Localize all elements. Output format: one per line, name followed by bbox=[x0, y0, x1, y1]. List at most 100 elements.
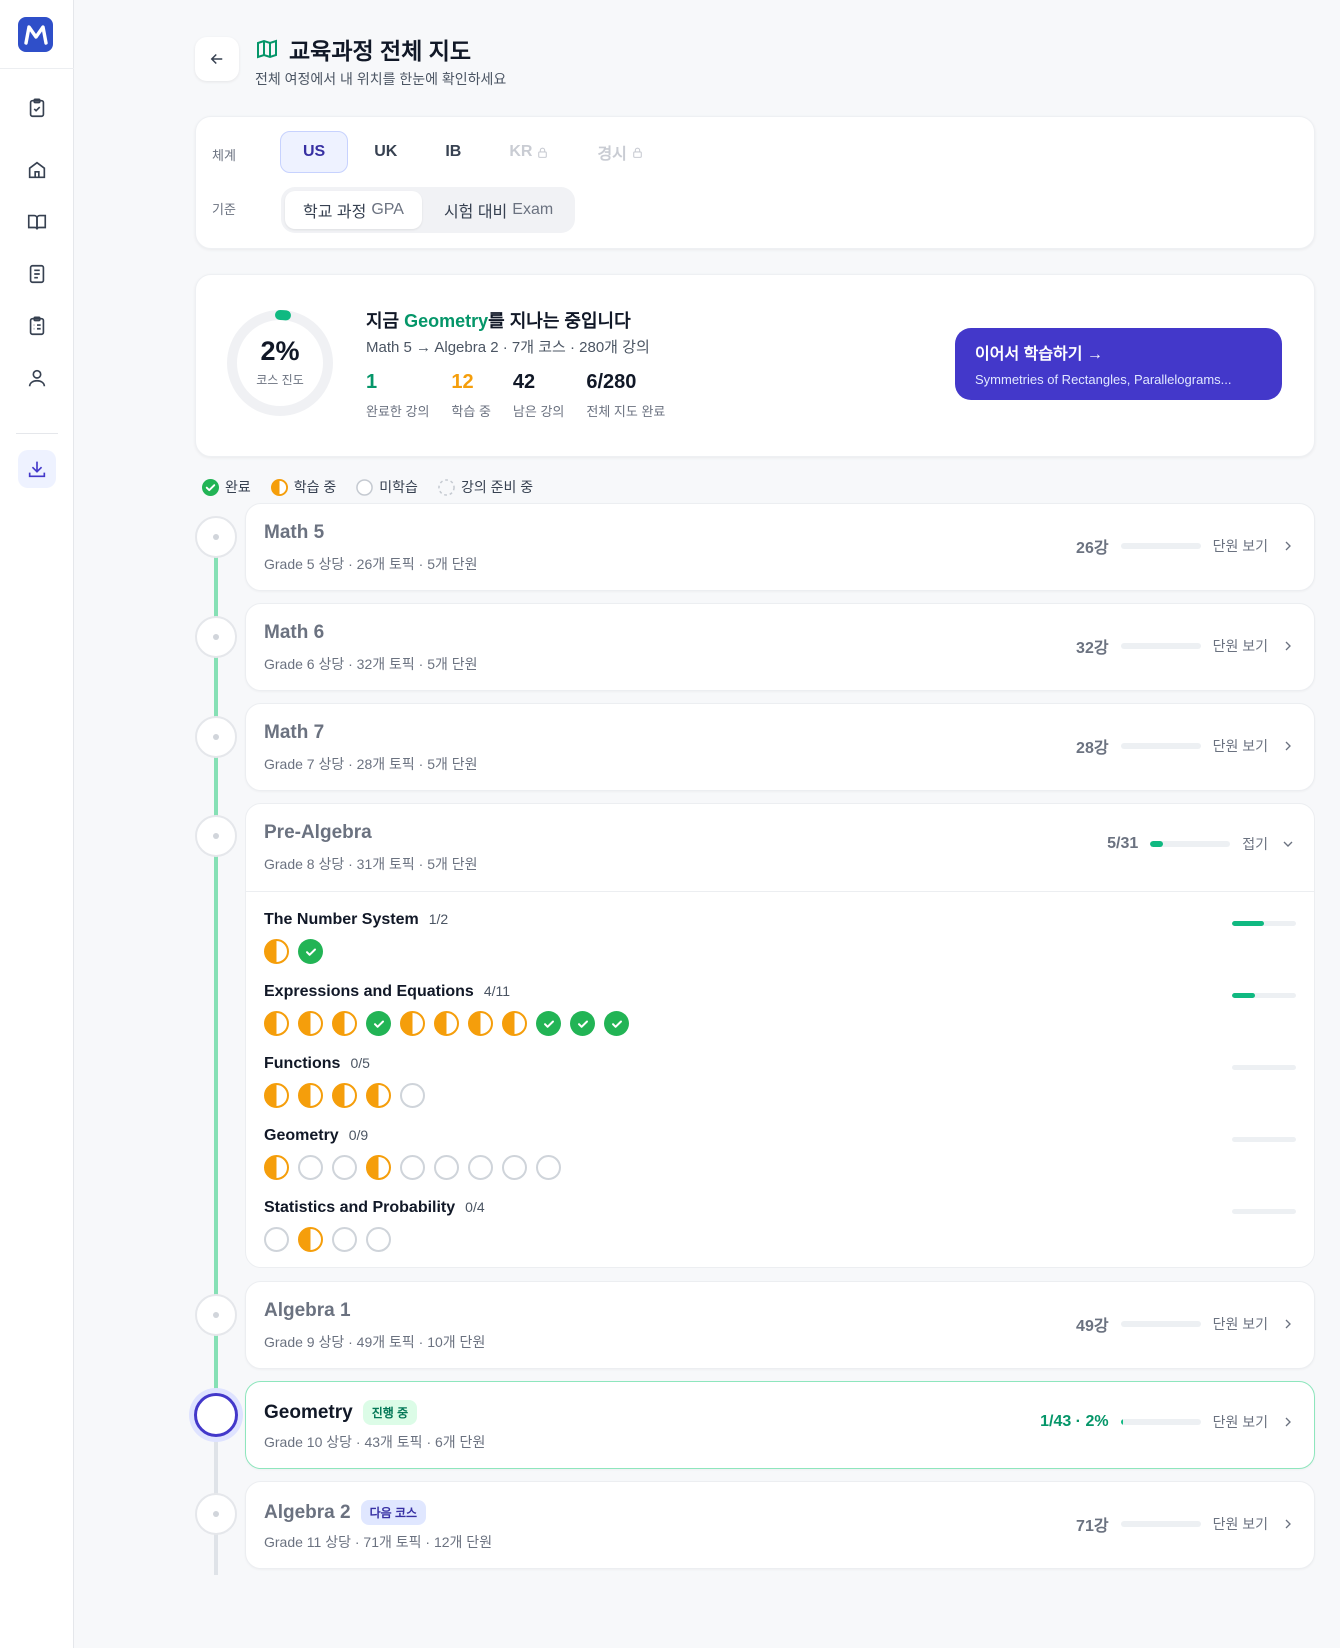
unit-progress-bar bbox=[1232, 1065, 1296, 1070]
collapse-link[interactable]: 접기 bbox=[1242, 834, 1268, 854]
unit-title: The Number System 1/2 bbox=[264, 911, 1296, 929]
lesson-not-started-icon[interactable] bbox=[400, 1083, 425, 1108]
view-units-link[interactable]: 단원 보기 bbox=[1213, 736, 1268, 756]
sidebar-item-notes[interactable] bbox=[18, 255, 56, 293]
chevron-right-icon[interactable] bbox=[1280, 538, 1296, 554]
view-units-link[interactable]: 단원 보기 bbox=[1213, 1412, 1268, 1432]
lesson-not-started-icon[interactable] bbox=[400, 1155, 425, 1180]
lesson-not-started-icon[interactable] bbox=[366, 1227, 391, 1252]
lesson-dots bbox=[264, 1011, 1296, 1036]
lesson-not-started-icon[interactable] bbox=[332, 1155, 357, 1180]
timeline-node bbox=[195, 815, 237, 857]
course-name: Algebra 2 bbox=[264, 1501, 351, 1523]
lesson-in-progress-icon[interactable] bbox=[332, 1011, 357, 1036]
lesson-in-progress-icon[interactable] bbox=[366, 1083, 391, 1108]
chevron-down-icon[interactable] bbox=[1280, 836, 1296, 852]
lesson-not-started-icon[interactable] bbox=[536, 1155, 561, 1180]
chevron-right-icon[interactable] bbox=[1280, 1316, 1296, 1332]
continue-label: 이어서 학습하기 → bbox=[975, 346, 1103, 363]
tab-competition[interactable]: 경시 bbox=[575, 131, 665, 173]
curriculum-path: Math 5 → Algebra 2 · 7개 코스 · 280개 강의 bbox=[366, 339, 650, 356]
lesson-not-started-icon[interactable] bbox=[298, 1155, 323, 1180]
lesson-not-started-icon[interactable] bbox=[332, 1227, 357, 1252]
view-units-link[interactable]: 단원 보기 bbox=[1213, 636, 1268, 656]
tab-us[interactable]: US bbox=[280, 131, 349, 173]
course-card-math6[interactable]: Math 6 Grade 6 상당 · 32개 토픽 · 5개 단원 32강 단… bbox=[245, 603, 1315, 691]
timeline-node-current bbox=[194, 1393, 238, 1437]
unit-count: 4/11 bbox=[483, 983, 511, 999]
course-card-math7[interactable]: Math 7 Grade 7 상당 · 28개 토픽 · 5개 단원 28강 단… bbox=[245, 703, 1315, 791]
lecture-count: 26강 bbox=[1076, 540, 1109, 557]
sidebar-item-profile[interactable] bbox=[18, 359, 56, 397]
sidebar-item-tasks[interactable] bbox=[18, 89, 56, 127]
course-header[interactable]: Pre-Algebra Grade 8 상당 · 31개 토픽 · 5개 단원 … bbox=[246, 804, 1314, 892]
lesson-done-icon[interactable] bbox=[604, 1011, 629, 1036]
app-logo[interactable] bbox=[18, 17, 53, 52]
lesson-in-progress-icon[interactable] bbox=[264, 939, 289, 964]
lesson-in-progress-icon[interactable] bbox=[400, 1011, 425, 1036]
continue-lesson: Symmetries of Rectangles, Parallelograms… bbox=[975, 372, 1232, 387]
chevron-right-icon[interactable] bbox=[1280, 738, 1296, 754]
sidebar-divider bbox=[16, 433, 58, 434]
page-title: 교육과정 전체 지도 bbox=[289, 38, 472, 64]
lesson-in-progress-icon[interactable] bbox=[264, 1155, 289, 1180]
unit-name: The Number System bbox=[264, 911, 419, 928]
tab-uk[interactable]: UK bbox=[352, 131, 419, 173]
standard-option-exam[interactable]: 시험 대비 Exam bbox=[426, 191, 571, 229]
standard-option-ko: 시험 대비 bbox=[443, 204, 508, 221]
lesson-in-progress-icon[interactable] bbox=[332, 1083, 357, 1108]
course-card-geometry[interactable]: Geometry 진행 중 Grade 10 상당 · 43개 토픽 · 6개 … bbox=[245, 1381, 1315, 1469]
lesson-in-progress-icon[interactable] bbox=[264, 1011, 289, 1036]
view-units-link[interactable]: 단원 보기 bbox=[1213, 536, 1268, 556]
sidebar-item-curriculum[interactable] bbox=[18, 203, 56, 241]
lesson-in-progress-icon[interactable] bbox=[298, 1011, 323, 1036]
lecture-count: 32강 bbox=[1076, 640, 1109, 657]
course-meta: Grade 6 상당 · 32개 토픽 · 5개 단원 bbox=[264, 656, 478, 672]
lesson-not-started-icon[interactable] bbox=[502, 1155, 527, 1180]
lesson-not-started-icon[interactable] bbox=[434, 1155, 459, 1180]
lesson-in-progress-icon[interactable] bbox=[298, 1083, 323, 1108]
lesson-not-started-icon[interactable] bbox=[468, 1155, 493, 1180]
lesson-dots bbox=[264, 939, 1296, 964]
lesson-in-progress-icon[interactable] bbox=[264, 1083, 289, 1108]
lesson-done-icon[interactable] bbox=[536, 1011, 561, 1036]
chevron-right-icon[interactable] bbox=[1280, 1414, 1296, 1430]
tab-kr[interactable]: KR bbox=[487, 131, 571, 173]
lesson-done-icon[interactable] bbox=[366, 1011, 391, 1036]
view-units-link[interactable]: 단원 보기 bbox=[1213, 1314, 1268, 1334]
lesson-in-progress-icon[interactable] bbox=[434, 1011, 459, 1036]
back-button[interactable] bbox=[195, 37, 239, 81]
system-tabs: US UK IB KR 경시 bbox=[280, 131, 666, 173]
sidebar-item-home[interactable] bbox=[18, 151, 56, 189]
view-units-link[interactable]: 단원 보기 bbox=[1213, 1514, 1268, 1534]
lesson-in-progress-icon[interactable] bbox=[366, 1155, 391, 1180]
course-card-algebra2[interactable]: Algebra 2 다음 코스 Grade 11 상당 · 71개 토픽 · 1… bbox=[245, 1481, 1315, 1569]
sidebar-item-download[interactable] bbox=[18, 450, 56, 488]
chevron-right-icon[interactable] bbox=[1280, 638, 1296, 654]
lesson-done-icon[interactable] bbox=[298, 939, 323, 964]
course-progress-bar bbox=[1150, 841, 1231, 847]
lecture-count: 71강 bbox=[1076, 1518, 1109, 1535]
lesson-dots bbox=[264, 1083, 1296, 1108]
lesson-in-progress-icon[interactable] bbox=[502, 1011, 527, 1036]
unit-progress-bar bbox=[1232, 1137, 1296, 1142]
continue-learning-button[interactable]: 이어서 학습하기 → Symmetries of Rectangles, Par… bbox=[955, 328, 1282, 400]
course-card-math5[interactable]: Math 5 Grade 5 상당 · 26개 토픽 · 5개 단원 26강 단… bbox=[245, 503, 1315, 591]
stat-completed: 1 완료한 강의 bbox=[366, 371, 430, 419]
tab-competition-label: 경시 bbox=[597, 146, 627, 163]
unit-list: The Number System 1/2 Expressions and Equa… bbox=[264, 911, 1296, 1271]
progress-ring-caption: 코스 진도 bbox=[256, 373, 304, 387]
course-card-algebra1[interactable]: Algebra 1 Grade 9 상당 · 49개 토픽 · 10개 단원 4… bbox=[245, 1281, 1315, 1369]
standard-option-gpa[interactable]: 학교 과정 GPA bbox=[285, 191, 422, 229]
unit-progress-bar bbox=[1232, 1209, 1296, 1214]
lesson-not-started-icon[interactable] bbox=[264, 1227, 289, 1252]
lesson-in-progress-icon[interactable] bbox=[298, 1227, 323, 1252]
unit-row: Expressions and Equations 4/11 bbox=[264, 983, 1296, 1055]
lesson-in-progress-icon[interactable] bbox=[468, 1011, 493, 1036]
tab-ib[interactable]: IB bbox=[423, 131, 483, 173]
sidebar-item-tests[interactable] bbox=[18, 307, 56, 345]
lesson-done-icon[interactable] bbox=[570, 1011, 595, 1036]
empty-circle-icon bbox=[356, 478, 374, 496]
chevron-right-icon[interactable] bbox=[1280, 1516, 1296, 1532]
stat-total: 6/280 전체 지도 완료 bbox=[586, 371, 666, 419]
